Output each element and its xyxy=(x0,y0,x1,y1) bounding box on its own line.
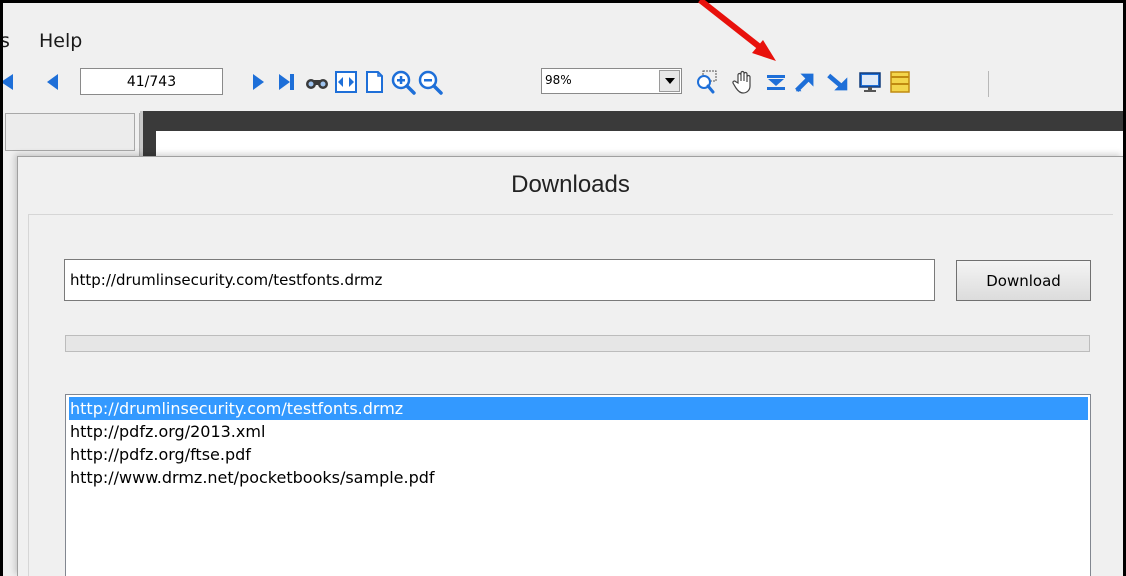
download-history-list[interactable]: http://drumlinsecurity.com/testfonts.drm… xyxy=(65,394,1091,576)
download-progress-bar xyxy=(65,335,1090,352)
notes-icon[interactable] xyxy=(887,69,913,95)
viewer-app-window: s Help 98% xyxy=(3,3,1123,576)
download-icon[interactable] xyxy=(763,69,789,95)
zoom-in-icon[interactable] xyxy=(390,69,416,95)
zoom-value: 98% xyxy=(545,73,572,87)
list-item[interactable]: http://www.drmz.net/pocketbooks/sample.p… xyxy=(69,466,1088,489)
hand-icon[interactable] xyxy=(730,69,756,95)
first-page-icon[interactable] xyxy=(3,69,19,95)
downloads-dialog: Downloads Download http://drumlinsecurit… xyxy=(17,156,1123,576)
screen-icon[interactable] xyxy=(857,69,883,95)
toolbar: 98% xyxy=(3,59,1123,107)
find-icon[interactable] xyxy=(304,69,330,95)
list-item[interactable]: http://drumlinsecurity.com/testfonts.drm… xyxy=(69,397,1088,420)
fit-width-icon[interactable] xyxy=(333,69,359,95)
download-button[interactable]: Download xyxy=(956,260,1091,301)
toolbar-separator xyxy=(988,71,989,97)
page-number-input[interactable] xyxy=(80,68,223,95)
rotate-cw-icon[interactable] xyxy=(825,69,851,95)
side-panel-tab[interactable] xyxy=(5,113,135,151)
menu-item-help[interactable]: Help xyxy=(39,30,82,52)
rotate-ccw-icon[interactable] xyxy=(793,69,819,95)
list-item[interactable]: http://pdfz.org/2013.xml xyxy=(69,420,1088,443)
zoom-out-icon[interactable] xyxy=(417,69,443,95)
menu-bar: s Help xyxy=(3,3,1123,57)
zoom-rect-icon[interactable] xyxy=(693,69,719,95)
zoom-select[interactable]: 98% xyxy=(541,68,682,94)
next-page-icon[interactable] xyxy=(245,69,271,95)
prev-page-icon[interactable] xyxy=(40,69,66,95)
dialog-title: Downloads xyxy=(511,171,630,198)
last-page-icon[interactable] xyxy=(273,69,299,95)
download-url-input[interactable] xyxy=(64,259,935,301)
fit-page-icon[interactable] xyxy=(361,69,387,95)
chevron-down-icon[interactable] xyxy=(659,70,680,92)
list-item[interactable]: http://pdfz.org/ftse.pdf xyxy=(69,443,1088,466)
menu-item-tools[interactable]: s xyxy=(3,30,10,52)
